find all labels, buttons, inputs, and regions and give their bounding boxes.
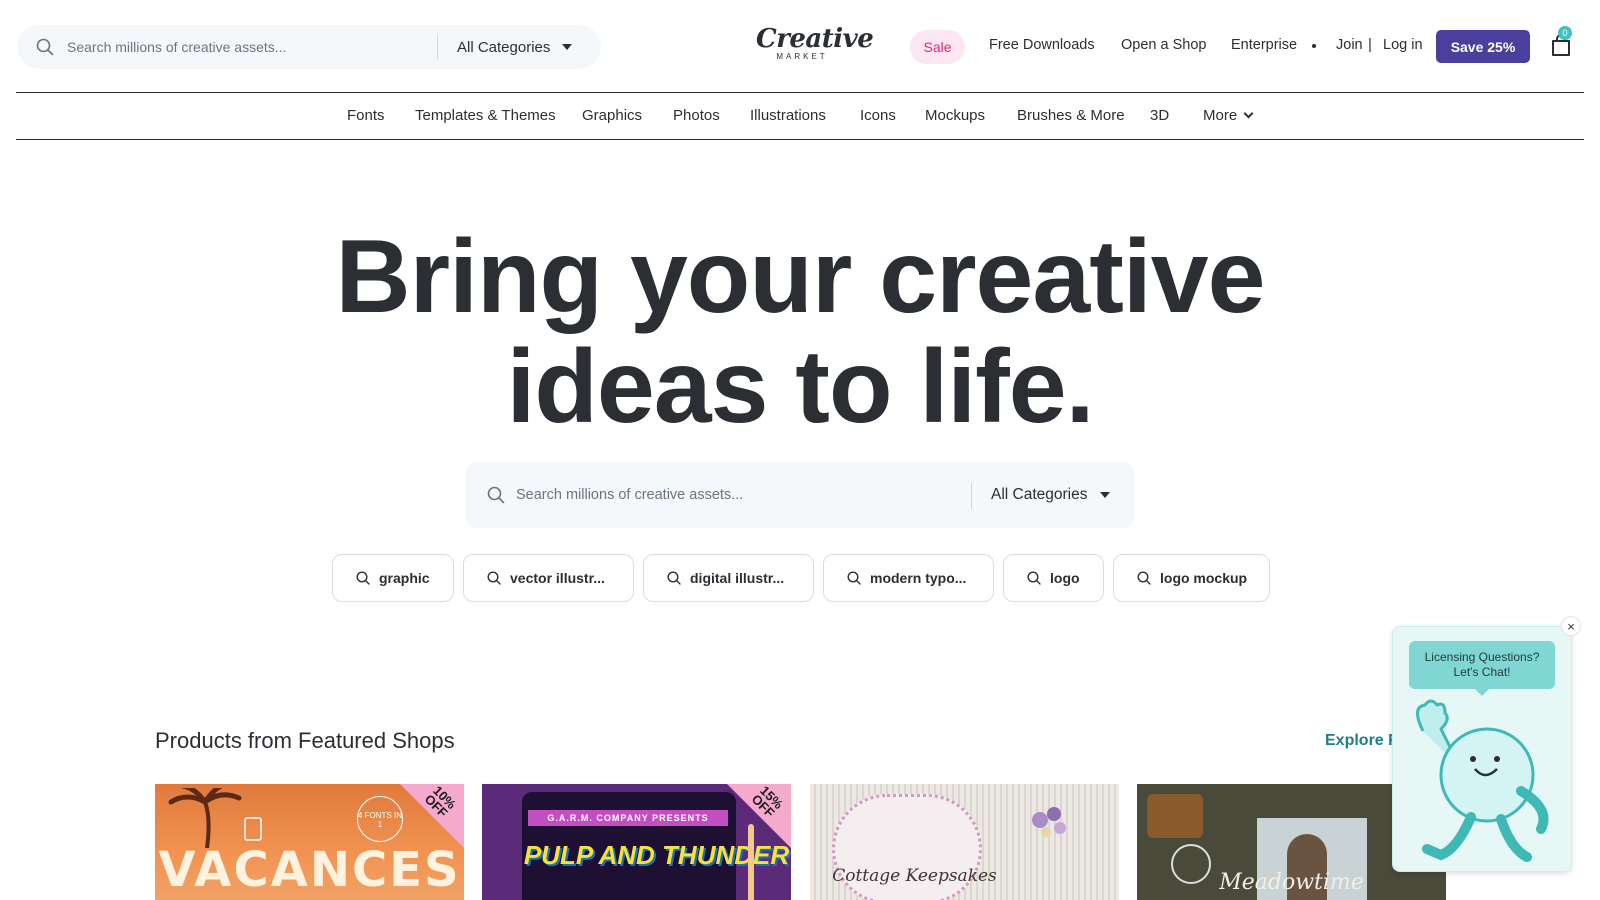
chat-widget[interactable]: Licensing Questions? Let's Chat! — [1392, 626, 1572, 872]
search-icon — [487, 571, 501, 585]
category-photos[interactable]: Photos — [673, 107, 720, 124]
search-icon — [487, 486, 505, 504]
sale-link[interactable]: Sale — [910, 30, 965, 64]
hero-category-dropdown[interactable]: All Categories — [991, 462, 1110, 528]
suggestion-label: logo — [1050, 570, 1080, 586]
search-icon — [847, 571, 861, 585]
creative-market-logo[interactable]: Creative MARKET — [756, 24, 874, 66]
clock-object — [1147, 794, 1203, 838]
caret-down-icon — [1099, 492, 1110, 498]
suggestion-pill[interactable]: digital illustr... — [643, 554, 814, 602]
palm-tree-illustration — [168, 788, 262, 848]
discount-label: 10% OFF — [421, 784, 460, 821]
suggestion-label: graphic — [379, 570, 430, 586]
hero-line-2: ideas to life. — [506, 329, 1094, 445]
suggestion-pill[interactable]: logo mockup — [1113, 554, 1270, 602]
category-icons[interactable]: Icons — [860, 107, 896, 124]
product-card[interactable]: Cottage Keepsakes — [810, 784, 1119, 900]
suggestion-label: modern typo... — [870, 570, 967, 586]
search-icon — [36, 38, 54, 56]
search-suggestions: graphic vector illustr... digital illust… — [0, 554, 1600, 602]
discount-badge: 10% OFF — [400, 784, 464, 848]
header-search-input[interactable] — [67, 25, 437, 69]
search-icon — [1137, 571, 1151, 585]
header-category-dropdown[interactable]: All Categories — [457, 25, 573, 69]
hero-headline: Bring your creative ideas to life. — [0, 222, 1600, 442]
open-a-shop-link[interactable]: Open a Shop — [1121, 37, 1206, 53]
card-title: Cottage Keepsakes — [832, 866, 997, 886]
flowers-illustration — [1020, 800, 1080, 850]
chat-line-1: Licensing Questions? — [1424, 650, 1540, 664]
header-search-bar: All Categories — [17, 25, 601, 69]
site-header: All Categories Creative MARKET Sale Free… — [0, 0, 1600, 92]
hero-line-1: Bring your creative — [335, 219, 1266, 335]
chat-line-2: Let's Chat! — [1453, 665, 1511, 679]
stylus — [748, 824, 754, 900]
logo-script: Creative — [756, 24, 874, 54]
more-label: More — [1203, 107, 1238, 124]
join-link[interactable]: Join — [1336, 37, 1363, 53]
search-divider — [437, 35, 438, 59]
search-divider — [971, 483, 972, 509]
category-3d[interactable]: 3D — [1150, 107, 1169, 124]
suggestion-pill[interactable]: modern typo... — [823, 554, 994, 602]
chat-bubble[interactable]: Licensing Questions? Let's Chat! — [1409, 641, 1555, 696]
discount-label: 15% OFF — [748, 784, 787, 821]
suggestion-pill[interactable]: logo — [1003, 554, 1104, 602]
suggestion-label: digital illustr... — [690, 570, 785, 586]
close-icon[interactable]: × — [1561, 616, 1581, 636]
category-nav-bar: Fonts Templates & Themes Graphics Photos… — [16, 92, 1584, 140]
cart-count-badge: 0 — [1558, 26, 1572, 40]
caret-down-icon — [562, 44, 573, 50]
discount-badge: 15% OFF — [727, 784, 791, 848]
mascot-illustration — [1416, 699, 1549, 862]
product-card[interactable]: G.A.R.M. COMPANY PRESENTS PULP AND THUND… — [482, 784, 791, 900]
hero-search-input[interactable] — [516, 462, 946, 528]
flowers-icon — [1032, 807, 1066, 837]
category-illustrations[interactable]: Illustrations — [750, 107, 826, 124]
card-title: Meadowtime — [1219, 870, 1364, 895]
search-icon — [356, 571, 370, 585]
suggestion-pill[interactable]: graphic — [332, 554, 454, 602]
fonts-badge: 4 FONTS IN 1 — [357, 796, 403, 842]
nav-dot-separator — [1312, 44, 1316, 48]
search-icon — [667, 571, 681, 585]
product-card[interactable]: VACANCES 4 FONTS IN 1 10% OFF — [155, 784, 464, 900]
suggestion-pill[interactable]: vector illustr... — [463, 554, 634, 602]
free-downloads-link[interactable]: Free Downloads — [989, 37, 1095, 53]
save-25-button[interactable]: Save 25% — [1436, 30, 1530, 63]
login-link[interactable]: Log in — [1383, 37, 1423, 53]
enterprise-link[interactable]: Enterprise — [1231, 37, 1297, 53]
category-more[interactable]: More — [1203, 107, 1254, 124]
hero-search-bar: All Categories — [466, 462, 1134, 528]
card-title: VACANCES — [158, 842, 461, 898]
suggestion-label: vector illustr... — [510, 570, 605, 586]
category-graphics[interactable]: Graphics — [582, 107, 642, 124]
featured-shops-heading: Products from Featured Shops — [155, 728, 455, 753]
category-fonts[interactable]: Fonts — [347, 107, 385, 124]
category-label: All Categories — [457, 38, 551, 56]
chevron-down-icon — [1243, 108, 1254, 119]
category-templates-themes[interactable]: Templates & Themes — [415, 107, 556, 124]
category-mockups[interactable]: Mockups — [925, 107, 985, 124]
category-label: All Categories — [991, 486, 1088, 503]
explore-link[interactable]: Explore F — [1325, 732, 1398, 750]
suggestion-label: logo mockup — [1160, 570, 1248, 586]
category-brushes-more[interactable]: Brushes & More — [1017, 107, 1125, 124]
search-icon — [1027, 571, 1041, 585]
nav-separator: | — [1368, 36, 1372, 53]
card-banner: G.A.R.M. COMPANY PRESENTS — [528, 810, 728, 826]
